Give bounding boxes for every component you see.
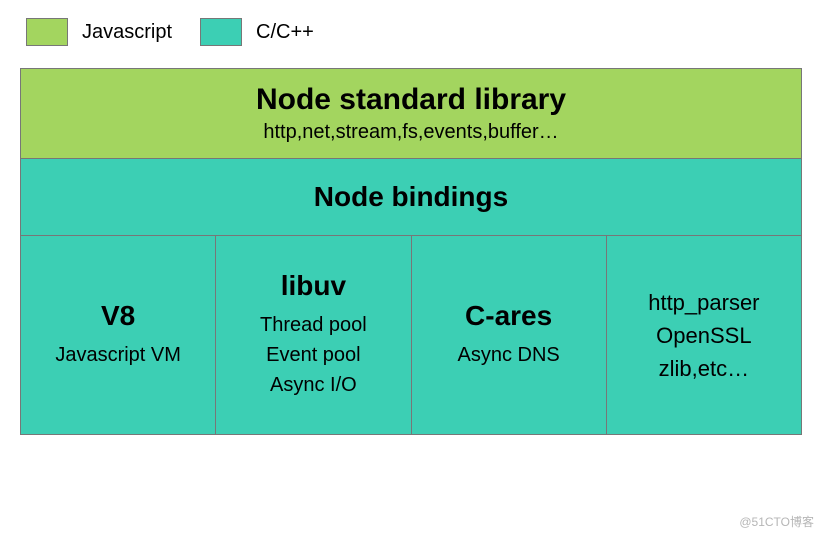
- cell-misc: http_parser OpenSSL zlib,etc…: [606, 235, 802, 435]
- swatch-js: [26, 18, 68, 46]
- legend-label-c: C/C++: [256, 21, 314, 44]
- legend-item-c: C/C++: [200, 18, 314, 46]
- cell-libuv: libuv Thread pool Event pool Async I/O: [215, 235, 411, 435]
- legend-item-js: Javascript: [26, 18, 172, 46]
- misc-sub: http_parser OpenSSL zlib,etc…: [613, 286, 795, 385]
- cares-sub: Async DNS: [418, 340, 600, 370]
- cell-cares: C-ares Async DNS: [411, 235, 607, 435]
- watermark: @51CTO博客: [739, 513, 814, 530]
- architecture-stack: Node standard library http,net,stream,fs…: [20, 68, 802, 435]
- stdlib-title: Node standard library: [29, 83, 793, 117]
- layer-stdlib: Node standard library http,net,stream,fs…: [20, 68, 802, 159]
- bindings-title: Node bindings: [29, 181, 793, 213]
- cell-v8: V8 Javascript VM: [20, 235, 216, 435]
- cares-title: C-ares: [418, 300, 600, 332]
- native-row: V8 Javascript VM libuv Thread pool Event…: [20, 235, 802, 435]
- stdlib-subtitle: http,net,stream,fs,events,buffer…: [29, 121, 793, 144]
- v8-sub: Javascript VM: [27, 340, 209, 370]
- v8-title: V8: [27, 300, 209, 332]
- libuv-sub: Thread pool Event pool Async I/O: [222, 310, 404, 400]
- swatch-c: [200, 18, 242, 46]
- layer-bindings: Node bindings: [20, 158, 802, 236]
- legend-label-js: Javascript: [82, 21, 172, 44]
- libuv-title: libuv: [222, 270, 404, 302]
- legend: Javascript C/C++: [20, 18, 802, 46]
